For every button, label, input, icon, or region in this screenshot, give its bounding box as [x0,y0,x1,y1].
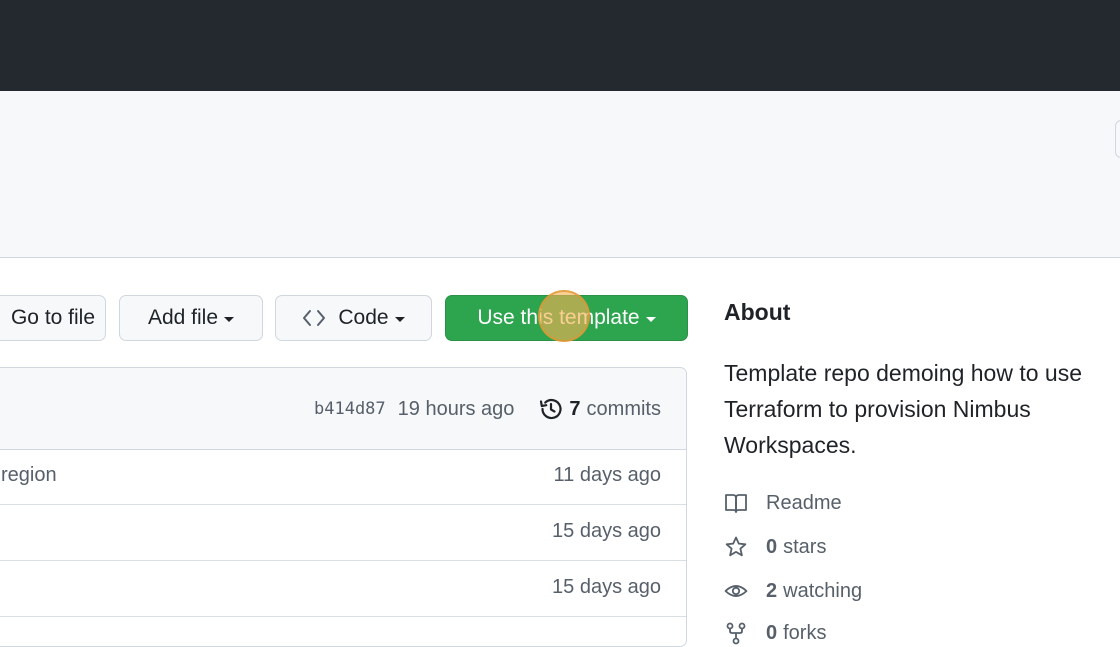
forks-count: 0 [766,621,778,644]
commit-age: 15 days ago [552,576,661,598]
commits-count: 7 [569,397,581,420]
readme-link[interactable]: Readme [724,489,842,517]
eye-icon [724,585,748,597]
forks-label: forks [783,621,827,644]
use-this-template-button[interactable]: Use this template [445,295,688,341]
about-description: Template repo demoing how to use Terrafo… [724,360,1082,458]
file-list: b414d87 19 hours ago 7 commits region 11… [0,367,687,647]
go-to-file-button[interactable]: Go to file [0,295,106,341]
watching-link[interactable]: 2 watching [724,577,862,605]
history-icon [540,398,562,420]
commit-age: 15 days ago [552,520,661,542]
code-button[interactable]: Code [275,295,432,341]
commit-meta: b414d87 19 hours ago 7 commits [314,396,661,422]
add-file-label: Add file [147,306,219,329]
stars-link[interactable]: 0 stars [724,533,826,561]
header-action-button[interactable] [1115,120,1120,158]
chevron-down-icon [224,316,235,322]
table-row[interactable]: 15 days ago [0,561,686,617]
latest-commit-bar: b414d87 19 hours ago 7 commits [0,368,686,450]
table-row[interactable]: 15 days ago [0,505,686,561]
chevron-down-icon [645,316,656,322]
code-label: Code [338,306,389,329]
go-to-file-label: Go to file [10,306,96,329]
commit-sha[interactable]: b414d87 [314,399,386,419]
book-icon [725,494,747,513]
watching-label: watching [783,579,863,602]
fork-icon [726,622,746,645]
commit-age: 11 days ago [553,464,662,486]
forks-link[interactable]: 0 forks [724,619,826,647]
commits-link[interactable]: 7 commits [538,396,661,422]
readme-label: Readme [766,491,842,514]
code-icon [303,310,326,326]
add-file-button[interactable]: Add file [119,295,263,341]
table-row[interactable]: region 11 days ago [0,449,686,505]
star-icon [725,536,747,557]
stars-count: 0 [766,535,778,558]
repository-header [0,91,1120,258]
use-this-template-label: Use this template [477,306,640,329]
about-heading: About [724,299,791,325]
commit-time: 19 hours ago [397,397,515,420]
watching-count: 2 [766,579,778,602]
commit-message[interactable]: region [1,464,57,487]
stars-label: stars [783,535,827,558]
chevron-down-icon [394,316,405,322]
commits-label: commits [586,397,661,420]
top-navigation-bar [0,0,1120,91]
